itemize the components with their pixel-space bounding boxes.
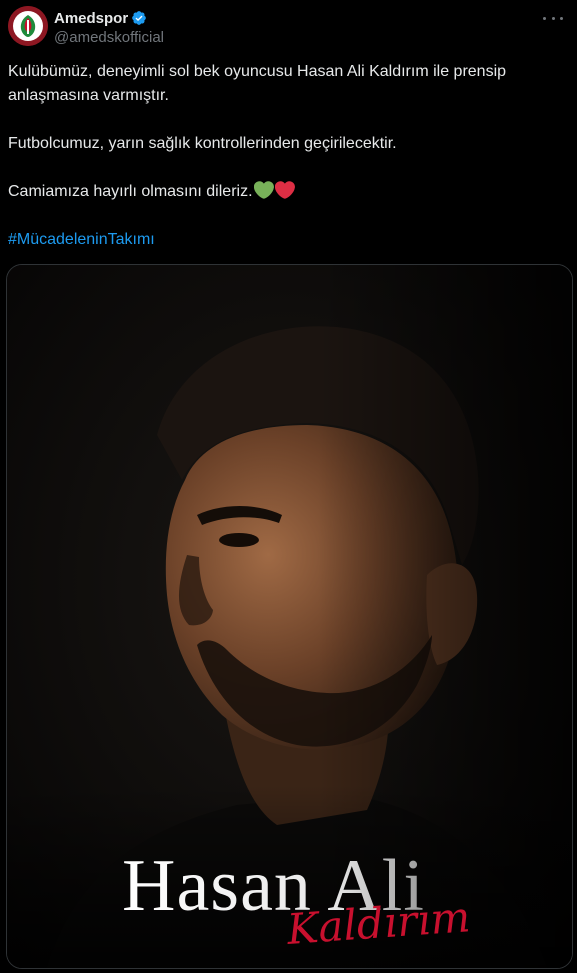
red-heart-icon [274, 181, 295, 199]
tweet-media-image[interactable]: Hasan Ali Kaldırım [6, 264, 573, 969]
dot [560, 16, 563, 20]
author-handle[interactable]: @amedskofficial [54, 29, 164, 46]
tweet-paragraph: Camiamıza hayırlı olmasını dileriz. [8, 183, 253, 200]
dot [551, 16, 555, 20]
hashtag-link[interactable]: #MücadeleninTakımı [8, 231, 155, 248]
author-display-name[interactable]: Amedspor [54, 10, 128, 27]
player-portrait-image: Hasan Ali Kaldırım [7, 265, 572, 968]
amedspor-crest-icon [8, 6, 48, 46]
tweet-hashtag-paragraph: #MücadeleninTakımı [8, 228, 569, 252]
display-row: Amedspor [54, 8, 164, 28]
tweet: Amedspor @amedskofficial Kulübümüz, dene… [0, 0, 577, 973]
tweet-header: Amedspor @amedskofficial [8, 6, 569, 50]
verified-badge-icon [132, 11, 147, 25]
author-names: Amedspor @amedskofficial [54, 8, 164, 47]
tweet-paragraph: Futbolcumuz, yarın sağlık kontrollerinde… [8, 135, 397, 152]
tweet-text: Kulübümüz, deneyimli sol bek oyuncusu Ha… [8, 60, 569, 252]
avatar[interactable] [8, 6, 48, 46]
green-heart-icon [253, 181, 274, 199]
tweet-paragraph-with-emoji: Camiamıza hayırlı olmasını dileriz. [8, 180, 569, 204]
dot [543, 16, 546, 20]
more-dots-icon[interactable] [543, 12, 563, 24]
tweet-paragraph: Kulübümüz, deneyimli sol bek oyuncusu Ha… [8, 63, 507, 104]
